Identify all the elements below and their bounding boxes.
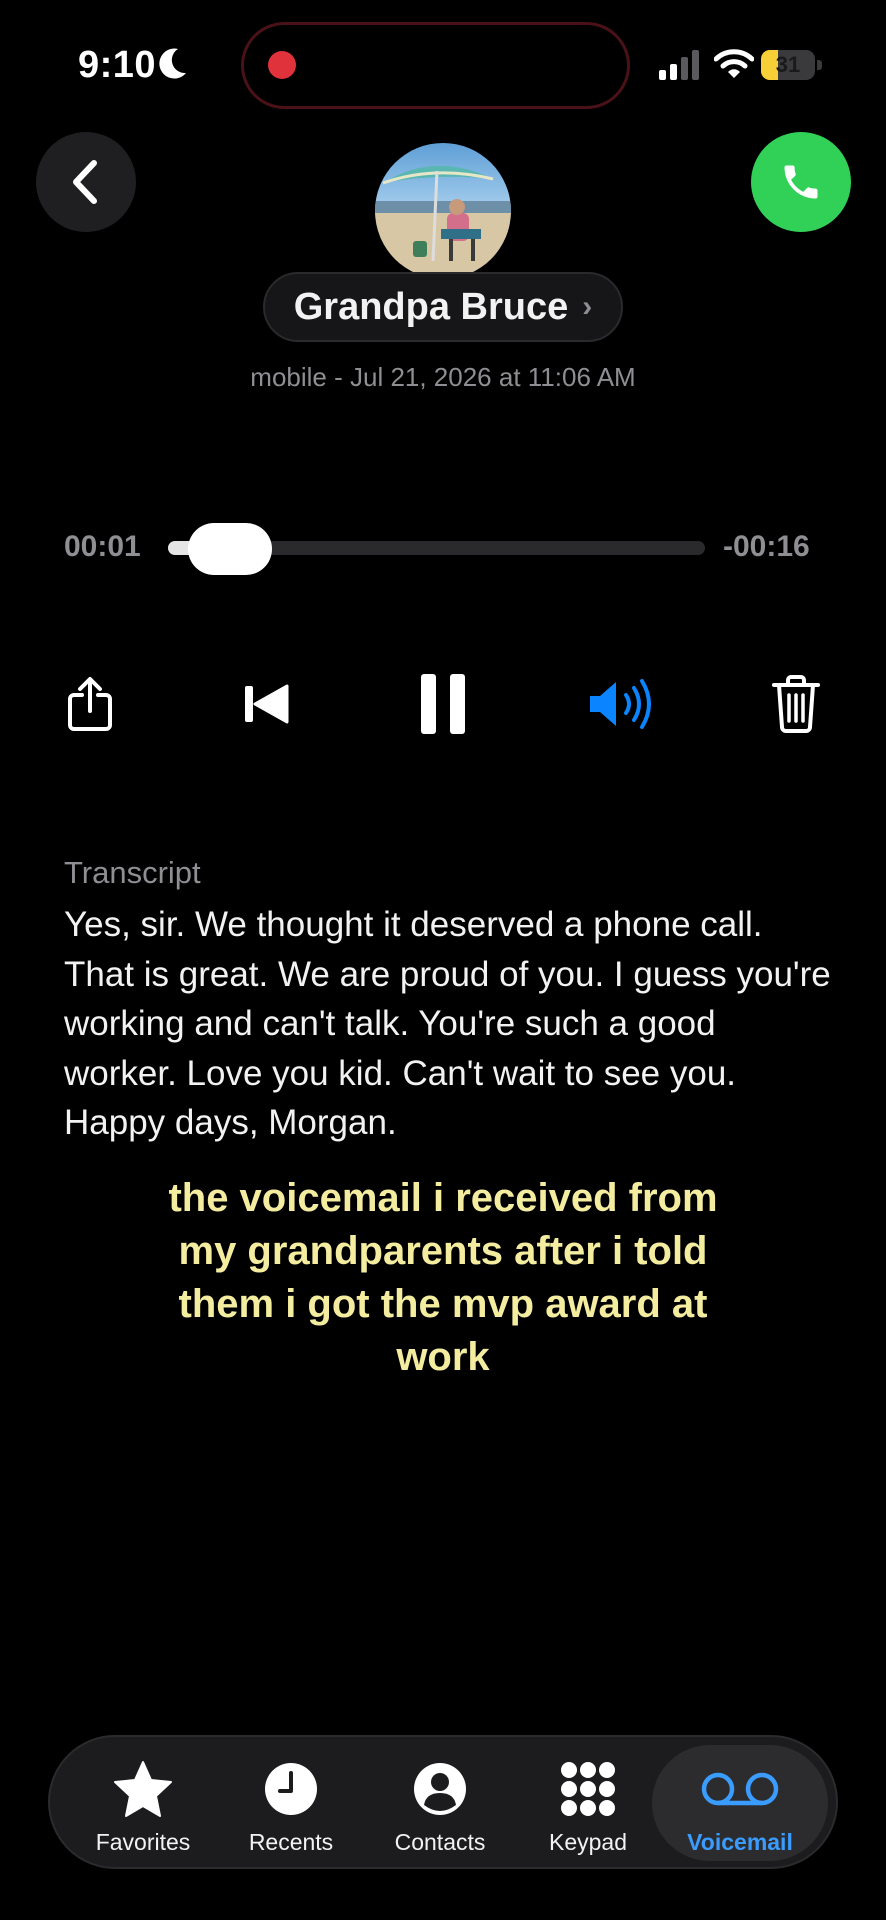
battery-percent: 31: [775, 52, 801, 77]
chevron-left-icon: [73, 160, 97, 204]
speaker-icon: [590, 679, 651, 729]
wifi-icon: [714, 49, 754, 78]
tab-voicemail[interactable]: Voicemail: [652, 1745, 828, 1861]
skip-back-icon: [245, 684, 289, 724]
star-icon: [114, 1761, 172, 1817]
signal-icon: [659, 50, 699, 80]
voicemail-subtitle: mobile - Jul 21, 2026 at 11:06 AM: [250, 362, 636, 392]
dynamic-island: [241, 22, 630, 109]
tab-label: Contacts: [394, 1829, 486, 1855]
transcript-text: Yes, sir. We thought it deserved a phone…: [64, 905, 831, 1142]
call-button[interactable]: [751, 132, 851, 232]
phone-icon: [784, 165, 818, 199]
person-icon: [414, 1763, 466, 1815]
pause-button[interactable]: [405, 664, 481, 744]
clock-icon: [265, 1763, 317, 1815]
tab-label: Voicemail: [687, 1829, 793, 1855]
contact-name-button[interactable]: Grandpa Bruce ›: [263, 272, 623, 342]
share-icon: [68, 677, 112, 731]
tab-label: Favorites: [95, 1829, 191, 1855]
transcript-label: Transcript: [64, 855, 201, 890]
skip-back-button[interactable]: [228, 664, 304, 744]
share-button[interactable]: [52, 664, 128, 744]
recording-indicator: [268, 51, 296, 79]
contact-name: Grandpa Bruce: [293, 285, 569, 328]
tab-contacts[interactable]: Contacts: [366, 1745, 514, 1861]
avatar-photo: [375, 143, 511, 279]
speaker-button[interactable]: [582, 664, 662, 744]
contact-avatar[interactable]: [375, 143, 511, 279]
tab-keypad[interactable]: Keypad: [514, 1745, 662, 1861]
delete-button[interactable]: [758, 664, 834, 744]
tab-label: Keypad: [548, 1829, 627, 1855]
tab-recents[interactable]: Recents: [217, 1745, 365, 1861]
status-time: 9:10: [78, 44, 157, 86]
battery-indicator: 31: [761, 50, 823, 80]
trash-icon: [772, 675, 820, 733]
chevron-right-icon: ›: [582, 290, 593, 323]
tab-favorites[interactable]: Favorites: [69, 1745, 217, 1861]
tab-label: Recents: [248, 1829, 334, 1855]
elapsed-time: 00:01: [64, 530, 141, 563]
moon-icon: [159, 48, 186, 79]
voicemail-icon: [701, 1772, 779, 1806]
keypad-icon: [561, 1762, 615, 1816]
scrubber-thumb[interactable]: [188, 523, 272, 575]
back-button[interactable]: [36, 132, 136, 232]
overlay-caption: the voicemail i received from my grandpa…: [168, 1176, 718, 1379]
remaining-time: -00:16: [723, 530, 810, 563]
pause-icon: [421, 674, 465, 734]
